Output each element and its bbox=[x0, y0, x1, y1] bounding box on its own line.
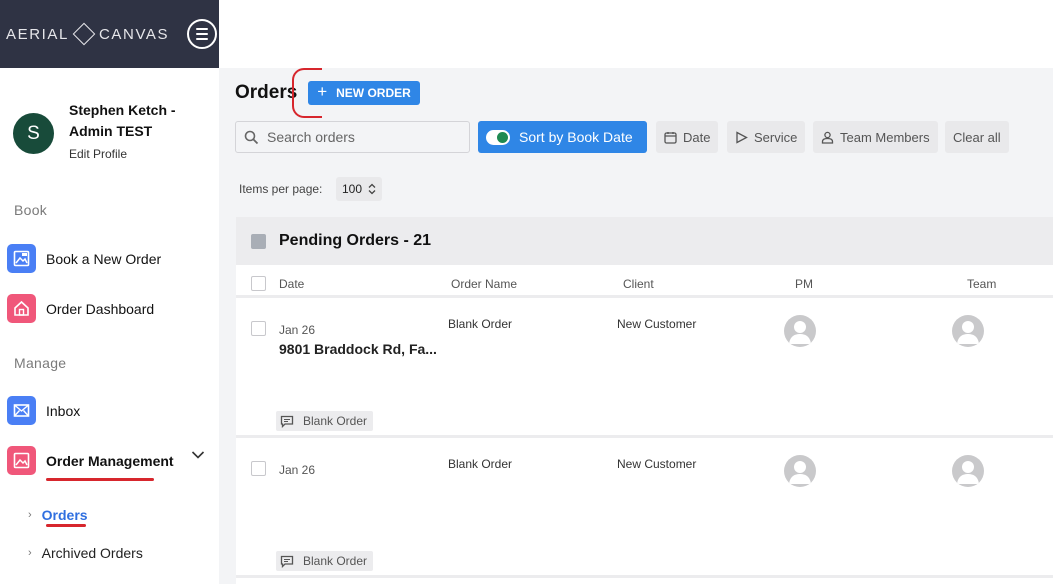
chevron-right-icon: › bbox=[28, 547, 32, 559]
order-tag: Blank Order bbox=[276, 551, 374, 571]
profile: S Stephen Ketch - Admin TEST Edit Profil… bbox=[0, 68, 219, 163]
sidebar-item-label: Book a New Order bbox=[46, 250, 162, 267]
sort-label: Sort by Book Date bbox=[519, 129, 633, 145]
column-header-date[interactable]: Date bbox=[279, 277, 304, 291]
comment-icon bbox=[280, 415, 294, 428]
table-header: Date Order Name Client PM Team bbox=[236, 268, 1053, 298]
edit-profile-link[interactable]: Edit Profile bbox=[69, 147, 127, 161]
sidebar-item-label: Inbox bbox=[46, 402, 81, 419]
team-avatar-icon[interactable] bbox=[952, 455, 984, 487]
group-select-checkbox[interactable] bbox=[251, 233, 266, 249]
row-checkbox[interactable] bbox=[251, 461, 266, 476]
main-content: Orders + NEW ORDER Sort by Book Date Dat… bbox=[219, 68, 1053, 584]
group-header: Pending Orders - 21 bbox=[236, 217, 1053, 265]
mail-icon bbox=[7, 396, 36, 425]
logo-text-right: CANVAS bbox=[98, 25, 170, 43]
page-title: Orders bbox=[235, 82, 298, 103]
team-avatar-icon[interactable] bbox=[952, 315, 984, 347]
clear-all-label: Clear all bbox=[953, 129, 1001, 145]
sidebar: AERIAL CANVAS S Stephen Ketch - Admin TE… bbox=[0, 0, 219, 584]
sidebar-item-label: Order Dashboard bbox=[46, 300, 155, 317]
book-order-icon bbox=[7, 244, 36, 273]
hamburger-menu-icon[interactable] bbox=[187, 19, 218, 49]
order-address[interactable]: 9801 Braddock Rd, Fa... bbox=[279, 341, 437, 357]
order-tag-label: Blank Order bbox=[303, 554, 368, 568]
annotation-underline bbox=[46, 524, 86, 527]
search-input[interactable] bbox=[267, 129, 457, 145]
table-row[interactable]: Jan 26 9801 Braddock Rd, Fa... Blank Ord… bbox=[236, 301, 1053, 438]
plus-icon: + bbox=[317, 82, 328, 101]
service-filter-label: Service bbox=[754, 129, 798, 145]
sidebar-item-order-dashboard[interactable]: Order Dashboard bbox=[7, 294, 154, 323]
order-date: Jan 26 bbox=[279, 323, 316, 337]
avatar[interactable]: S bbox=[13, 113, 54, 154]
brand-bar: AERIAL CANVAS bbox=[0, 0, 219, 68]
logo-text-left: AERIAL bbox=[6, 25, 69, 43]
order-name: Blank Order bbox=[448, 457, 513, 471]
logo-diamond-icon bbox=[72, 22, 96, 46]
table-row[interactable]: Jan 26 Blank Order New Customer Blank Or… bbox=[236, 441, 1053, 578]
group-title: Pending Orders - 21 bbox=[279, 232, 432, 249]
sidebar-subitem-archived-orders[interactable]: › Archived Orders bbox=[28, 545, 143, 561]
order-tag-label: Blank Order bbox=[303, 414, 368, 428]
section-label-manage: Manage bbox=[14, 355, 67, 371]
calendar-icon bbox=[664, 131, 677, 144]
home-icon bbox=[7, 294, 36, 323]
search-box[interactable] bbox=[235, 121, 470, 153]
comment-icon bbox=[280, 555, 294, 568]
order-client: New Customer bbox=[617, 457, 697, 471]
items-per-page-label: Items per page: bbox=[239, 182, 323, 196]
app: AERIAL CANVAS S Stephen Ketch - Admin TE… bbox=[0, 0, 1053, 584]
pm-avatar-icon[interactable] bbox=[784, 455, 816, 487]
column-header-client[interactable]: Client bbox=[623, 277, 654, 291]
top-bar bbox=[219, 0, 1053, 68]
new-order-label: NEW ORDER bbox=[336, 86, 411, 100]
new-order-button[interactable]: + NEW ORDER bbox=[308, 81, 420, 105]
chevron-right-icon: › bbox=[28, 509, 32, 521]
profile-info: Stephen Ketch - Admin TEST Edit Profile bbox=[69, 100, 187, 163]
pending-orders-group: Pending Orders - 21 Date Order Name Clie… bbox=[236, 217, 1053, 584]
play-icon bbox=[736, 130, 748, 144]
items-per-page-value: 100 bbox=[342, 182, 363, 196]
order-management-icon bbox=[7, 446, 36, 475]
sort-by-book-date-toggle[interactable]: Sort by Book Date bbox=[478, 121, 647, 153]
search-icon bbox=[244, 130, 259, 144]
sidebar-subitem-label: Archived Orders bbox=[41, 545, 143, 561]
team-members-filter-label: Team Members bbox=[840, 129, 930, 145]
select-arrows-icon bbox=[368, 183, 376, 195]
column-header-pm[interactable]: PM bbox=[795, 277, 813, 291]
logo: AERIAL CANVAS bbox=[6, 22, 170, 46]
sidebar-subitem-label: Orders bbox=[41, 507, 88, 523]
annotation-underline bbox=[46, 478, 154, 481]
sidebar-item-inbox[interactable]: Inbox bbox=[7, 396, 80, 425]
items-per-page-select[interactable]: 100 bbox=[336, 177, 382, 201]
date-filter-button[interactable]: Date bbox=[656, 121, 719, 153]
team-members-filter-button[interactable]: Team Members bbox=[813, 121, 938, 153]
date-filter-label: Date bbox=[683, 129, 711, 145]
sidebar-subitem-orders[interactable]: › Orders bbox=[28, 507, 88, 523]
row-checkbox[interactable] bbox=[251, 321, 266, 336]
profile-name: Stephen Ketch - Admin TEST bbox=[69, 102, 176, 139]
service-filter-button[interactable]: Service bbox=[727, 121, 806, 153]
clear-all-button[interactable]: Clear all bbox=[945, 121, 1009, 153]
column-header-order-name[interactable]: Order Name bbox=[451, 277, 517, 291]
order-tag: Blank Order bbox=[276, 411, 374, 431]
sidebar-item-order-management[interactable]: Order Management bbox=[7, 446, 174, 475]
pm-avatar-icon[interactable] bbox=[784, 315, 816, 347]
select-all-checkbox[interactable] bbox=[251, 276, 266, 291]
person-icon bbox=[821, 131, 834, 144]
order-date: Jan 26 bbox=[279, 463, 316, 477]
order-client: New Customer bbox=[617, 317, 697, 331]
section-label-book: Book bbox=[14, 202, 48, 218]
toggle-switch-icon bbox=[486, 129, 510, 145]
chevron-down-icon[interactable] bbox=[191, 450, 205, 460]
sidebar-item-label: Order Management bbox=[46, 452, 174, 469]
sidebar-item-book-new-order[interactable]: Book a New Order bbox=[7, 244, 161, 273]
order-name: Blank Order bbox=[448, 317, 513, 331]
column-header-team[interactable]: Team bbox=[967, 277, 996, 291]
